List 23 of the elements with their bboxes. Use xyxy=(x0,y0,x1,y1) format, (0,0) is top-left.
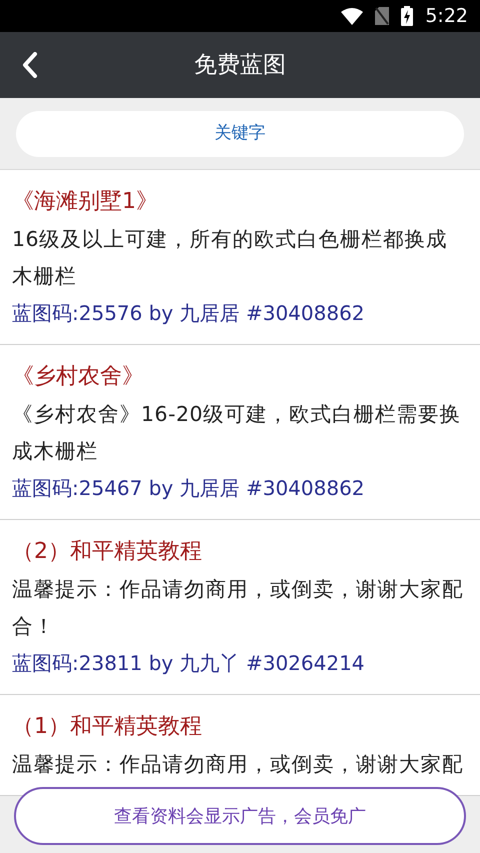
blueprint-item[interactable]: 《海滩别墅1》 16级及以上可建，所有的欧式白色栅栏都换成木栅栏 蓝图码:25576 by 九居居 #30408862 xyxy=(0,170,480,345)
no-sim-icon xyxy=(375,7,390,25)
battery-charging-icon xyxy=(401,6,414,26)
blueprint-item[interactable]: （1）和平精英教程 温馨提示：作品请勿商用，或倒卖，谢谢大家配 xyxy=(0,695,480,796)
item-description: 《乡村农舍》16-20级可建，欧式白栅栏需要换成木栅栏 xyxy=(12,401,462,465)
item-title: 《乡村农舍》 xyxy=(12,363,145,391)
blueprint-code: 蓝图码:25467 by 九居居 #30408862 xyxy=(12,475,366,502)
blueprint-code: 蓝图码:23811 by 九九丫 #30264214 xyxy=(12,650,366,677)
item-title: 《海滩别墅1》 xyxy=(12,188,159,216)
item-title: （2）和平精英教程 xyxy=(12,538,203,566)
item-description: 16级及以上可建，所有的欧式白色栅栏都换成木栅栏 xyxy=(12,226,449,290)
search-field[interactable]: 关键字 xyxy=(16,111,464,157)
item-description: 温馨提示：作品请勿商用，或倒卖，谢谢大家配 xyxy=(12,751,464,778)
blueprint-code: 蓝图码:25576 by 九居居 #30408862 xyxy=(12,300,366,327)
blueprint-item[interactable]: 《乡村农舍》 《乡村农舍》16-20级可建，欧式白栅栏需要换成木栅栏 蓝图码:25467 by 九居居 #30408862 xyxy=(0,345,480,520)
item-description: 温馨提示：作品请勿商用，或倒卖，谢谢大家配合！ xyxy=(12,576,464,640)
status-time: 5:22 xyxy=(425,4,468,29)
page-title: 免费蓝图 xyxy=(193,50,287,80)
blueprint-item[interactable]: （2）和平精英教程 温馨提示：作品请勿商用，或倒卖，谢谢大家配合！ 蓝图码:23811 by 九九丫 #30264214 xyxy=(0,520,480,695)
wifi-icon xyxy=(341,7,364,25)
ad-notice-button[interactable]: 查看资料会显示广告，会员免广 xyxy=(14,787,466,845)
item-title: （1）和平精英教程 xyxy=(12,713,203,741)
back-icon xyxy=(22,52,38,78)
